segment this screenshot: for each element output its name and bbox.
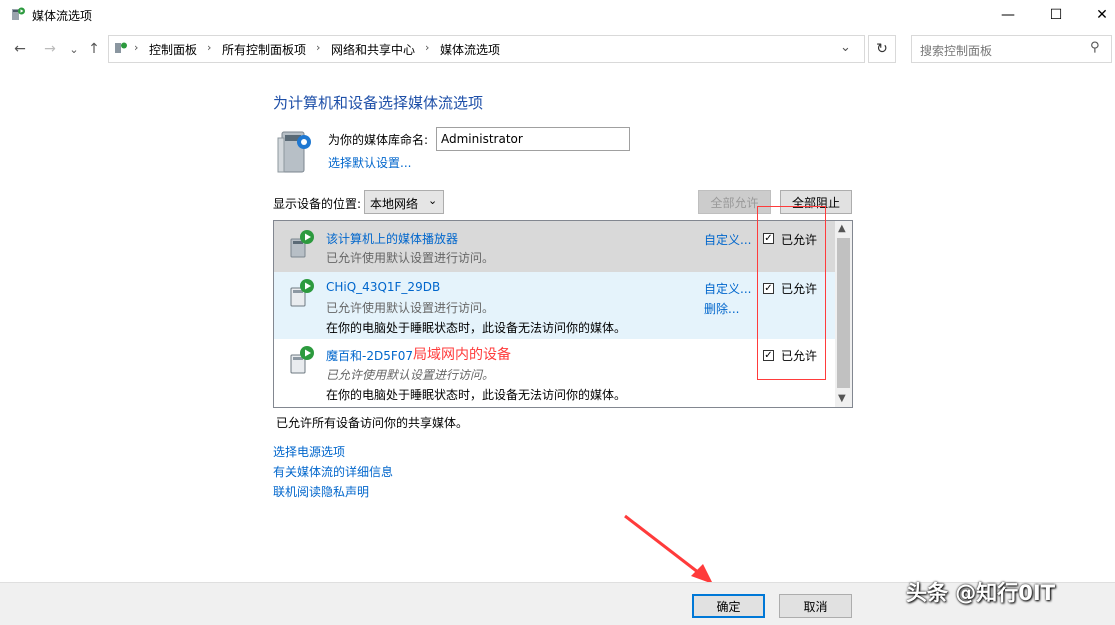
power-options-link[interactable]: 选择电源选项 — [273, 443, 345, 460]
maximize-button[interactable]: ☐ — [1033, 0, 1079, 30]
list-item[interactable]: CHiQ_43Q1F_29DB 已允许使用默认设置进行访问。 在你的电脑处于睡眠… — [274, 272, 836, 339]
media-server-icon — [276, 126, 320, 176]
list-item[interactable]: 魔百和-2D5F07 局域网内的设备 已允许使用默认设置进行访问。 在你的电脑处… — [274, 339, 836, 407]
remove-link[interactable]: 删除... — [704, 300, 739, 317]
device-status: 已允许使用默认设置进行访问。 — [326, 368, 495, 382]
search-placeholder: 搜索控制面板 — [920, 44, 993, 58]
media-stream-details-link[interactable]: 有关媒体流的详细信息 — [273, 463, 393, 480]
refresh-button[interactable]: ↻ — [868, 35, 896, 63]
window-title: 媒体流选项 — [32, 9, 93, 23]
breadcrumb-network-center[interactable]: 网络和共享中心 — [331, 41, 415, 58]
show-devices-label: 显示设备的位置: — [273, 197, 362, 211]
recent-locations-chevron-icon[interactable]: ⌄ — [64, 38, 84, 60]
device-name[interactable]: CHiQ_43Q1F_29DB — [326, 280, 440, 294]
device-name[interactable]: 该计算机上的媒体播放器 — [326, 230, 458, 247]
location-value: 本地网络 — [370, 197, 419, 211]
page-title: 为计算机和设备选择媒体流选项 — [273, 94, 484, 112]
breadcrumb-separator: › — [207, 41, 212, 54]
up-arrow-icon[interactable]: ↑ — [84, 38, 104, 60]
breadcrumb-separator: › — [425, 41, 430, 54]
device-status: 已允许使用默认设置进行访问。 — [326, 301, 495, 315]
tv-device-icon — [288, 278, 314, 308]
media-stream-icon — [10, 6, 26, 22]
customize-link[interactable]: 自定义... — [704, 280, 751, 297]
scrollbar-thumb[interactable] — [837, 238, 850, 388]
breadcrumb-separator: › — [316, 41, 321, 54]
device-sleep-note: 在你的电脑处于睡眠状态时，此设备无法访问你的媒体。 — [326, 321, 627, 335]
forward-arrow-icon[interactable]: → — [40, 38, 60, 60]
search-icon[interactable]: ⚲ — [1090, 40, 1100, 55]
close-button[interactable]: ✕ — [1079, 0, 1115, 30]
minimize-button[interactable]: — — [985, 0, 1031, 30]
back-arrow-icon[interactable]: ← — [10, 38, 30, 60]
watermark: 头条 @知行0IT — [906, 581, 1056, 605]
device-status: 已允许使用默认设置进行访问。 — [326, 251, 495, 265]
device-sleep-note: 在你的电脑处于睡眠状态时，此设备无法访问你的媒体。 — [326, 388, 627, 402]
scroll-up-icon[interactable]: ▲ — [838, 223, 846, 234]
cancel-button[interactable]: 取消 — [779, 594, 852, 618]
location-select[interactable]: 本地网络 ⌄ — [364, 190, 444, 214]
device-name[interactable]: 魔百和-2D5F07 — [326, 347, 413, 364]
address-dropdown-chevron-icon[interactable]: ⌄ — [840, 40, 851, 55]
media-player-icon — [288, 229, 314, 259]
breadcrumb-separator: › — [134, 41, 139, 54]
summary-text: 已允许所有设备访问你的共享媒体。 — [276, 416, 469, 430]
annotation-label: 局域网内的设备 — [413, 347, 511, 363]
scroll-down-icon[interactable]: ▼ — [838, 393, 846, 404]
customize-link[interactable]: 自定义... — [704, 231, 751, 248]
title-bar — [0, 0, 1115, 30]
list-item[interactable]: 该计算机上的媒体播放器 已允许使用默认设置进行访问。 自定义... ✓ 已允许 — [274, 221, 836, 272]
control-panel-icon — [114, 41, 128, 55]
breadcrumb-control-panel[interactable]: 控制面板 — [149, 41, 197, 58]
chevron-down-icon: ⌄ — [428, 194, 438, 207]
highlight-box — [757, 206, 826, 380]
set-top-box-icon — [288, 345, 314, 375]
privacy-statement-link[interactable]: 联机阅读隐私声明 — [273, 483, 369, 500]
breadcrumb-all-items[interactable]: 所有控制面板项 — [222, 41, 306, 58]
library-name-input[interactable] — [436, 127, 630, 151]
breadcrumb-media-stream[interactable]: 媒体流选项 — [440, 41, 500, 58]
library-name-label: 为你的媒体库命名: — [328, 133, 429, 147]
choose-defaults-link[interactable]: 选择默认设置... — [328, 154, 411, 171]
annotation-arrow-icon — [624, 514, 713, 584]
ok-button[interactable]: 确定 — [692, 594, 765, 618]
